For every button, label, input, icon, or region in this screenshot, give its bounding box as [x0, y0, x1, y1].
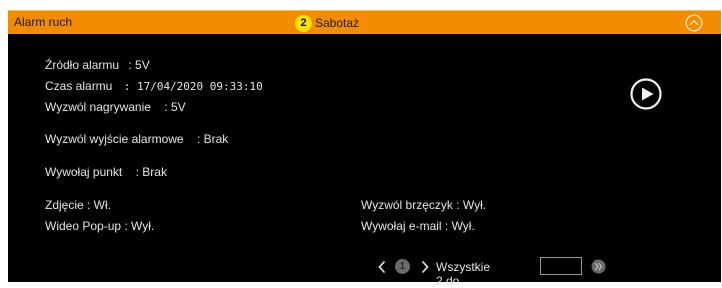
alarm-time-label: Czas alarmu — [45, 79, 113, 93]
preset-value: : Brak — [135, 165, 167, 179]
alarm-panel: Alarm ruch 2 Sabotaż Źródło alarmu : 5V … — [8, 10, 721, 288]
trigger-record-value: : 5V — [164, 100, 186, 114]
event-type-label: Sabotaż — [315, 16, 360, 30]
chevron-right-icon[interactable] — [419, 259, 431, 278]
current-page-number[interactable]: 1 — [395, 259, 410, 274]
event-indicator: 2 Sabotaż — [295, 13, 359, 33]
preset-label: Wywołaj punkt — [45, 165, 123, 179]
video-popup-setting: Wideo Pop-up : Wył. — [45, 219, 155, 233]
play-circle-icon[interactable] — [629, 77, 663, 111]
alarm-header[interactable]: Alarm ruch 2 Sabotaż — [8, 10, 721, 34]
alarm-output-label: Wyzwól wyjście alarmowe — [45, 132, 184, 146]
page-number-input[interactable] — [540, 257, 582, 275]
buzzer-setting: Wyzwól brzęczyk : Wył. — [361, 198, 487, 212]
chevron-up-circle-icon[interactable] — [685, 14, 703, 32]
snapshot-setting: Zdjęcie : Wł. — [45, 198, 112, 212]
header-title: Alarm ruch — [14, 15, 73, 29]
alarm-source-value: : 5V — [128, 58, 150, 72]
alarm-source-row: Źródło alarmu : 5V — [45, 58, 150, 72]
event-count-badge: 2 — [295, 14, 312, 32]
chevron-left-icon[interactable] — [376, 259, 388, 278]
trigger-record-label: Wyzwól nagrywanie — [45, 100, 151, 114]
alarm-output-row: Wyzwól wyjście alarmowe : Brak — [45, 132, 228, 146]
alarm-time-value: : 17/04/2020 09:33:10 — [123, 80, 263, 93]
alarm-output-value: : Brak — [196, 132, 229, 146]
email-setting: Wywołaj e-mail : Wył. — [361, 219, 475, 233]
alarm-time-row: Czas alarmu : 17/04/2020 09:33:10 — [45, 79, 263, 93]
total-pages-label: Wszystkie 2 do — [436, 260, 490, 288]
trigger-record-row: Wyzwól nagrywanie : 5V — [45, 100, 186, 114]
double-chevron-right-icon[interactable] — [591, 259, 606, 277]
preset-row: Wywołaj punkt : Brak — [45, 165, 167, 179]
alarm-source-label: Źródło alarmu — [45, 58, 120, 72]
